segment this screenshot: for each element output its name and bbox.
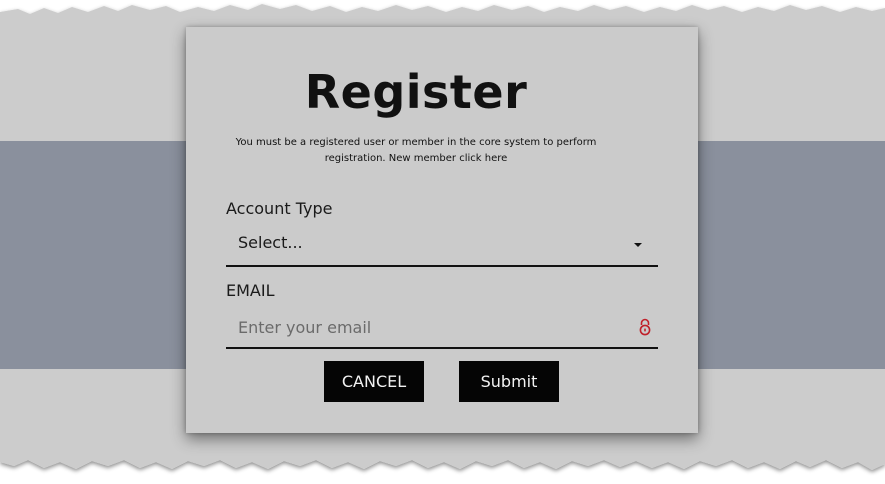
email-field-wrapper	[226, 307, 658, 349]
account-type-select[interactable]: Select...	[226, 225, 658, 267]
lock-icon	[639, 318, 651, 336]
page-title: Register	[304, 65, 528, 119]
register-instructions: You must be a registered user or member …	[226, 135, 606, 167]
cancel-button[interactable]: CANCEL	[324, 361, 424, 402]
email-label: EMAIL	[226, 281, 275, 300]
account-type-label: Account Type	[226, 199, 333, 218]
new-member-link[interactable]: registration. New member click here	[226, 151, 606, 167]
submit-button[interactable]: Submit	[459, 361, 559, 402]
account-type-selected: Select...	[238, 233, 303, 252]
instructions-line-1: You must be a registered user or member …	[235, 137, 597, 148]
chevron-down-icon	[634, 243, 642, 247]
email-field[interactable]	[226, 307, 626, 347]
register-dialog: Register You must be a registered user o…	[186, 27, 698, 433]
screenshot-stage: Register You must be a registered user o…	[0, 0, 885, 484]
